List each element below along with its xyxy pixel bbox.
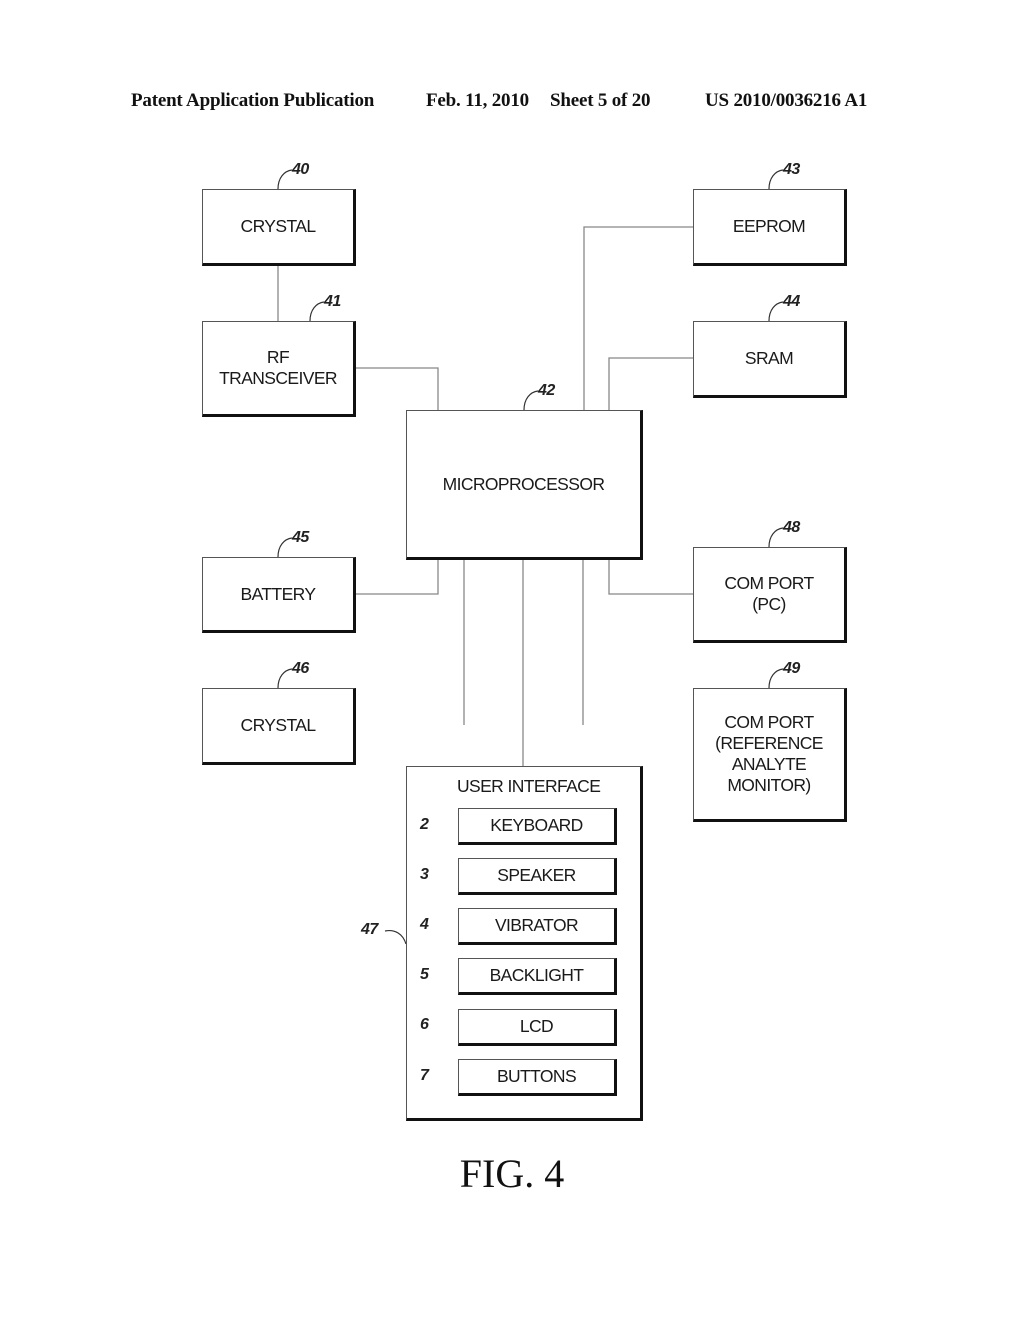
speaker-label: SPEAKER — [497, 865, 576, 885]
ref-40: 40 — [292, 161, 309, 178]
vibrator-block: VIBRATOR — [458, 908, 617, 945]
crystal-block-40: CRYSTAL — [202, 189, 356, 266]
ref-45: 45 — [292, 529, 309, 546]
lcd-block: LCD — [458, 1009, 617, 1046]
backlight-block: BACKLIGHT — [458, 958, 617, 995]
wire-rf-micro — [355, 367, 439, 410]
backlight-label: BACKLIGHT — [489, 965, 584, 985]
ref-43: 43 — [783, 161, 800, 178]
connection-wires — [277, 169, 784, 1079]
wire-comport-micro — [608, 559, 693, 595]
ref-3: 3 — [420, 866, 429, 883]
user-interface-title: USER INTERFACE — [457, 776, 601, 796]
battery-block-45: BATTERY — [202, 557, 356, 633]
keyboard-block: KEYBOARD — [458, 808, 617, 845]
battery-label: BATTERY — [240, 583, 317, 604]
crystal-block-46: CRYSTAL — [202, 688, 356, 765]
buttons-block: BUTTONS — [458, 1059, 617, 1096]
microprocessor-label: MICROPROCESSOR — [442, 473, 605, 494]
lcd-label: LCD — [519, 1016, 554, 1036]
ref-48: 48 — [783, 519, 800, 536]
com-port-reference-label: COM PORT (REFERENCE ANALYTE MONITOR) — [715, 712, 823, 795]
ref-4: 4 — [420, 916, 429, 933]
rf-transceiver-label: RF TRANSCEIVER — [219, 347, 337, 388]
keyboard-label: KEYBOARD — [490, 815, 583, 835]
ref-5: 5 — [420, 966, 429, 983]
com-port-reference-block-49: COM PORT (REFERENCE ANALYTE MONITOR) — [693, 688, 847, 822]
microprocessor-block-42: MICROPROCESSOR — [406, 410, 643, 560]
crystal-label: CRYSTAL — [240, 216, 317, 236]
vibrator-label: VIBRATOR — [494, 915, 579, 935]
com-port-pc-label: COM PORT (PC) — [724, 573, 814, 614]
sram-block-44: SRAM — [693, 321, 847, 398]
wire-eeprom-micro — [583, 226, 693, 410]
ref-46: 46 — [292, 660, 309, 677]
ref-42: 42 — [538, 382, 555, 399]
eeprom-block-43: EEPROM — [693, 189, 847, 266]
eeprom-label: EEPROM — [732, 216, 806, 236]
ref-49: 49 — [783, 660, 800, 677]
ref-2: 2 — [420, 816, 429, 833]
sram-label: SRAM — [744, 348, 794, 368]
buttons-label: BUTTONS — [496, 1066, 577, 1086]
ref-41: 41 — [324, 293, 341, 310]
wire-battery-micro — [355, 559, 439, 595]
ref-44: 44 — [783, 293, 800, 310]
rf-transceiver-block-41: RF TRANSCEIVER — [202, 321, 356, 417]
ref-47: 47 — [361, 921, 378, 938]
com-port-pc-block-48: COM PORT (PC) — [693, 547, 847, 643]
ref-6: 6 — [420, 1016, 429, 1033]
figure-caption: FIG. 4 — [459, 1151, 565, 1196]
speaker-block: SPEAKER — [458, 858, 617, 895]
crystal-label: CRYSTAL — [240, 715, 317, 735]
wire-sram-micro — [608, 357, 693, 410]
ref-7: 7 — [420, 1067, 429, 1084]
